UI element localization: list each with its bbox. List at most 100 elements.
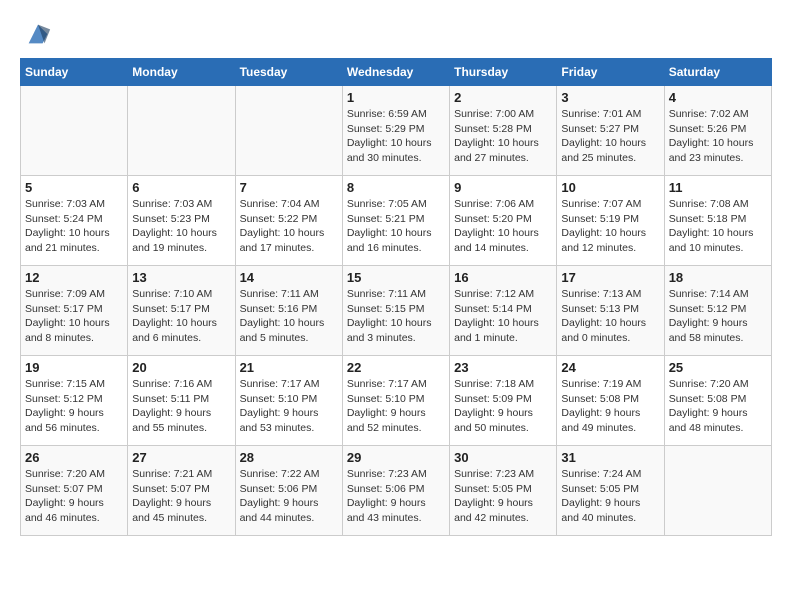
calendar-cell bbox=[664, 446, 771, 536]
day-number: 11 bbox=[669, 180, 767, 195]
calendar-cell: 9 Sunrise: 7:06 AM Sunset: 5:20 PM Daylig… bbox=[450, 176, 557, 266]
calendar-cell bbox=[21, 86, 128, 176]
calendar-week-5: 26 Sunrise: 7:20 AM Sunset: 5:07 PM Dayli… bbox=[21, 446, 772, 536]
day-info: Sunrise: 7:04 AM Sunset: 5:22 PM Dayligh… bbox=[240, 197, 338, 256]
day-number: 6 bbox=[132, 180, 230, 195]
calendar-cell: 8 Sunrise: 7:05 AM Sunset: 5:21 PM Daylig… bbox=[342, 176, 449, 266]
day-number: 18 bbox=[669, 270, 767, 285]
calendar-cell: 29 Sunrise: 7:23 AM Sunset: 5:06 PM Dayli… bbox=[342, 446, 449, 536]
day-number: 22 bbox=[347, 360, 445, 375]
day-number: 13 bbox=[132, 270, 230, 285]
calendar-cell: 2 Sunrise: 7:00 AM Sunset: 5:28 PM Daylig… bbox=[450, 86, 557, 176]
page-header bbox=[20, 20, 772, 48]
weekday-header-saturday: Saturday bbox=[664, 59, 771, 86]
day-number: 23 bbox=[454, 360, 552, 375]
calendar-cell: 7 Sunrise: 7:04 AM Sunset: 5:22 PM Daylig… bbox=[235, 176, 342, 266]
day-number: 4 bbox=[669, 90, 767, 105]
day-number: 19 bbox=[25, 360, 123, 375]
calendar-cell: 16 Sunrise: 7:12 AM Sunset: 5:14 PM Dayli… bbox=[450, 266, 557, 356]
weekday-header-friday: Friday bbox=[557, 59, 664, 86]
calendar-cell: 4 Sunrise: 7:02 AM Sunset: 5:26 PM Daylig… bbox=[664, 86, 771, 176]
calendar-cell: 10 Sunrise: 7:07 AM Sunset: 5:19 PM Dayli… bbox=[557, 176, 664, 266]
calendar-cell: 22 Sunrise: 7:17 AM Sunset: 5:10 PM Dayli… bbox=[342, 356, 449, 446]
day-number: 31 bbox=[561, 450, 659, 465]
day-number: 28 bbox=[240, 450, 338, 465]
weekday-header-wednesday: Wednesday bbox=[342, 59, 449, 86]
day-info: Sunrise: 7:14 AM Sunset: 5:12 PM Dayligh… bbox=[669, 287, 767, 346]
calendar-cell: 28 Sunrise: 7:22 AM Sunset: 5:06 PM Dayli… bbox=[235, 446, 342, 536]
day-number: 2 bbox=[454, 90, 552, 105]
day-info: Sunrise: 7:01 AM Sunset: 5:27 PM Dayligh… bbox=[561, 107, 659, 166]
calendar-cell: 20 Sunrise: 7:16 AM Sunset: 5:11 PM Dayli… bbox=[128, 356, 235, 446]
day-number: 20 bbox=[132, 360, 230, 375]
day-info: Sunrise: 7:22 AM Sunset: 5:06 PM Dayligh… bbox=[240, 467, 338, 526]
weekday-header-sunday: Sunday bbox=[21, 59, 128, 86]
day-number: 1 bbox=[347, 90, 445, 105]
calendar-cell: 18 Sunrise: 7:14 AM Sunset: 5:12 PM Dayli… bbox=[664, 266, 771, 356]
day-info: Sunrise: 7:12 AM Sunset: 5:14 PM Dayligh… bbox=[454, 287, 552, 346]
day-info: Sunrise: 7:10 AM Sunset: 5:17 PM Dayligh… bbox=[132, 287, 230, 346]
day-info: Sunrise: 7:20 AM Sunset: 5:07 PM Dayligh… bbox=[25, 467, 123, 526]
calendar-cell: 13 Sunrise: 7:10 AM Sunset: 5:17 PM Dayli… bbox=[128, 266, 235, 356]
day-number: 15 bbox=[347, 270, 445, 285]
day-number: 26 bbox=[25, 450, 123, 465]
calendar-cell: 15 Sunrise: 7:11 AM Sunset: 5:15 PM Dayli… bbox=[342, 266, 449, 356]
calendar-cell: 14Sunrise: 7:11 AM Sunset: 5:16 PM Dayli… bbox=[235, 266, 342, 356]
day-number: 3 bbox=[561, 90, 659, 105]
day-info: Sunrise: 6:59 AM Sunset: 5:29 PM Dayligh… bbox=[347, 107, 445, 166]
calendar-cell: 30 Sunrise: 7:23 AM Sunset: 5:05 PM Dayli… bbox=[450, 446, 557, 536]
calendar-week-4: 19 Sunrise: 7:15 AM Sunset: 5:12 PM Dayli… bbox=[21, 356, 772, 446]
weekday-header-thursday: Thursday bbox=[450, 59, 557, 86]
day-number: 12 bbox=[25, 270, 123, 285]
day-number: 9 bbox=[454, 180, 552, 195]
calendar-cell: 26 Sunrise: 7:20 AM Sunset: 5:07 PM Dayli… bbox=[21, 446, 128, 536]
day-info: Sunrise: 7:20 AM Sunset: 5:08 PM Dayligh… bbox=[669, 377, 767, 436]
day-number: 16 bbox=[454, 270, 552, 285]
calendar-week-1: 1 Sunrise: 6:59 AM Sunset: 5:29 PM Daylig… bbox=[21, 86, 772, 176]
day-info: Sunrise: 7:02 AM Sunset: 5:26 PM Dayligh… bbox=[669, 107, 767, 166]
logo-icon bbox=[24, 20, 52, 48]
day-number: 17 bbox=[561, 270, 659, 285]
day-info: Sunrise: 7:07 AM Sunset: 5:19 PM Dayligh… bbox=[561, 197, 659, 256]
day-number: 14 bbox=[240, 270, 338, 285]
calendar-cell: 24Sunrise: 7:19 AM Sunset: 5:08 PM Dayli… bbox=[557, 356, 664, 446]
day-number: 7 bbox=[240, 180, 338, 195]
day-number: 10 bbox=[561, 180, 659, 195]
calendar-cell bbox=[128, 86, 235, 176]
day-info: Sunrise: 7:15 AM Sunset: 5:12 PM Dayligh… bbox=[25, 377, 123, 436]
calendar-cell bbox=[235, 86, 342, 176]
calendar-cell: 5 Sunrise: 7:03 AM Sunset: 5:24 PM Daylig… bbox=[21, 176, 128, 266]
day-info: Sunrise: 7:16 AM Sunset: 5:11 PM Dayligh… bbox=[132, 377, 230, 436]
day-number: 21 bbox=[240, 360, 338, 375]
weekday-header-tuesday: Tuesday bbox=[235, 59, 342, 86]
weekday-header-monday: Monday bbox=[128, 59, 235, 86]
day-info: Sunrise: 7:23 AM Sunset: 5:05 PM Dayligh… bbox=[454, 467, 552, 526]
calendar-cell: 17 Sunrise: 7:13 AM Sunset: 5:13 PM Dayli… bbox=[557, 266, 664, 356]
logo bbox=[20, 20, 52, 48]
calendar-cell: 12Sunrise: 7:09 AM Sunset: 5:17 PM Dayli… bbox=[21, 266, 128, 356]
day-number: 27 bbox=[132, 450, 230, 465]
calendar-cell: 27Sunrise: 7:21 AM Sunset: 5:07 PM Dayli… bbox=[128, 446, 235, 536]
day-number: 29 bbox=[347, 450, 445, 465]
day-info: Sunrise: 7:03 AM Sunset: 5:23 PM Dayligh… bbox=[132, 197, 230, 256]
calendar-week-3: 12Sunrise: 7:09 AM Sunset: 5:17 PM Dayli… bbox=[21, 266, 772, 356]
calendar-cell: 25 Sunrise: 7:20 AM Sunset: 5:08 PM Dayli… bbox=[664, 356, 771, 446]
calendar-cell: 6 Sunrise: 7:03 AM Sunset: 5:23 PM Daylig… bbox=[128, 176, 235, 266]
day-info: Sunrise: 7:17 AM Sunset: 5:10 PM Dayligh… bbox=[347, 377, 445, 436]
day-info: Sunrise: 7:05 AM Sunset: 5:21 PM Dayligh… bbox=[347, 197, 445, 256]
day-number: 30 bbox=[454, 450, 552, 465]
calendar-cell: 23Sunrise: 7:18 AM Sunset: 5:09 PM Dayli… bbox=[450, 356, 557, 446]
day-number: 5 bbox=[25, 180, 123, 195]
day-info: Sunrise: 7:11 AM Sunset: 5:15 PM Dayligh… bbox=[347, 287, 445, 346]
day-info: Sunrise: 7:03 AM Sunset: 5:24 PM Dayligh… bbox=[25, 197, 123, 256]
calendar-week-2: 5 Sunrise: 7:03 AM Sunset: 5:24 PM Daylig… bbox=[21, 176, 772, 266]
day-info: Sunrise: 7:00 AM Sunset: 5:28 PM Dayligh… bbox=[454, 107, 552, 166]
day-info: Sunrise: 7:24 AM Sunset: 5:05 PM Dayligh… bbox=[561, 467, 659, 526]
calendar-cell: 19 Sunrise: 7:15 AM Sunset: 5:12 PM Dayli… bbox=[21, 356, 128, 446]
day-number: 25 bbox=[669, 360, 767, 375]
day-info: Sunrise: 7:08 AM Sunset: 5:18 PM Dayligh… bbox=[669, 197, 767, 256]
day-info: Sunrise: 7:06 AM Sunset: 5:20 PM Dayligh… bbox=[454, 197, 552, 256]
day-info: Sunrise: 7:13 AM Sunset: 5:13 PM Dayligh… bbox=[561, 287, 659, 346]
day-number: 8 bbox=[347, 180, 445, 195]
day-info: Sunrise: 7:23 AM Sunset: 5:06 PM Dayligh… bbox=[347, 467, 445, 526]
